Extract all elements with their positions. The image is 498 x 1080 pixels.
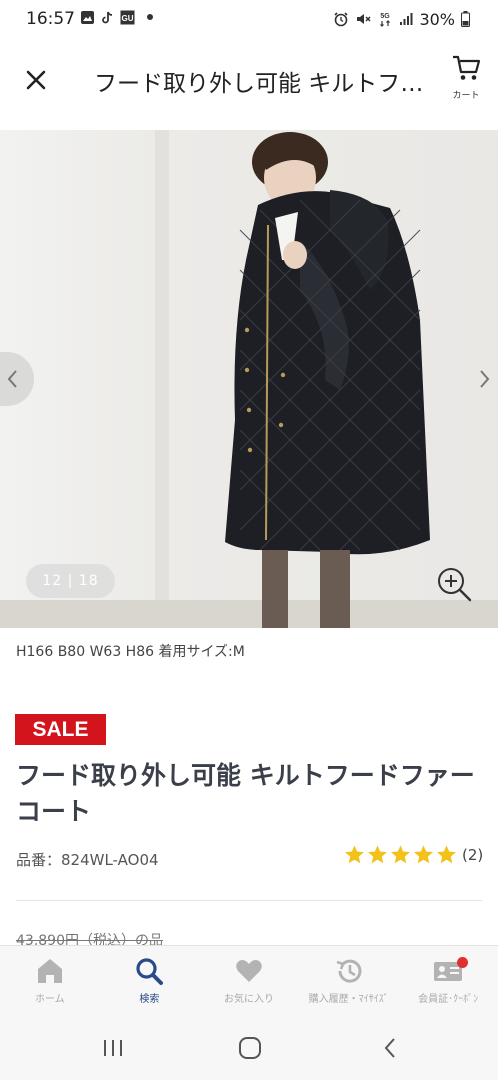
status-time: 16:57 (26, 9, 75, 29)
rating[interactable]: (2) (344, 844, 483, 865)
star-icon (345, 845, 364, 864)
alarm-icon (334, 12, 349, 27)
rating-stars (344, 844, 459, 865)
system-nav-bar (0, 1017, 498, 1080)
nav-label-search: 検索 (139, 994, 160, 1005)
product-name: フード取り外し可能 キルトフードファーコート (16, 761, 475, 826)
nav-member[interactable]: 会員証･ｸｰﾎﾟﾝ (398, 946, 498, 1017)
zoom-button[interactable] (434, 564, 474, 604)
nav-home[interactable]: ホーム (0, 946, 100, 1017)
battery-icon (461, 11, 470, 27)
nav-search[interactable]: 検索 (100, 946, 200, 1017)
app-header: フード取り外し可能 キルトフードファーコート カート (0, 40, 498, 130)
image-counter: 12 | 18 (26, 564, 115, 598)
nav-label-member: 会員証･ｸｰﾎﾟﾝ (418, 994, 479, 1005)
search-icon (136, 958, 164, 985)
review-count: (2) (462, 845, 484, 864)
mute-icon (357, 14, 371, 24)
nav-favorites[interactable]: お気に入り (199, 946, 299, 1017)
history-icon (336, 959, 362, 983)
product-code: 品番：824WL-AO04 (16, 851, 159, 869)
product-image-carousel[interactable]: 12 | 18 (0, 130, 498, 628)
image-prev-button[interactable] (0, 352, 34, 406)
star-icon (414, 845, 433, 864)
network-label: 5G (381, 13, 391, 20)
heart-icon (236, 960, 262, 982)
battery-percent: 30% (419, 9, 455, 29)
sale-badge: SALE (15, 714, 106, 745)
home-circle-icon[interactable] (237, 1035, 263, 1061)
cart-label: カート (452, 91, 480, 101)
nav-label-history: 購入履歴・ﾏｲｻｲｽﾞ (308, 994, 389, 1005)
nav-label-home: ホーム (34, 994, 65, 1005)
gu-app-label: GU (122, 14, 134, 23)
image-icon (81, 11, 94, 24)
notification-badge (457, 957, 469, 968)
image-next-button[interactable] (466, 352, 498, 406)
status-bar: 16:57 GU 5G 30% (0, 0, 498, 40)
star-icon (368, 845, 387, 864)
header-title: フード取り外し可能 キルトフードファーコート (94, 71, 424, 97)
cart-icon (453, 55, 481, 80)
gu-icon: GU (120, 10, 135, 25)
star-icon (391, 845, 410, 864)
cart-button[interactable]: カート (446, 54, 486, 101)
zoom-in-icon (438, 568, 472, 602)
tiktok-icon (102, 11, 113, 24)
signal-icon (400, 13, 413, 25)
product-photo (0, 130, 498, 628)
nav-history[interactable]: 購入履歴・ﾏｲｻｲｽﾞ (299, 946, 399, 1017)
close-icon[interactable] (20, 64, 52, 96)
chevron-right-icon (480, 370, 490, 388)
divider (16, 900, 482, 901)
bottom-nav: ホーム 検索 お気に入り 購入履歴・ﾏｲｻｲｽﾞ 会員証･ｸｰﾎﾟﾝ (0, 945, 498, 1017)
back-icon[interactable] (378, 1035, 404, 1061)
nav-label-favorites: お気に入り (223, 994, 274, 1005)
chevron-left-icon (7, 370, 17, 388)
recent-apps-icon[interactable] (100, 1035, 126, 1061)
network-5g-icon: 5G (380, 13, 391, 27)
dot-icon (147, 14, 153, 20)
home-icon (37, 959, 62, 983)
star-icon (437, 845, 456, 864)
model-info: H166 B80 W63 H86 着用サイズ:M (16, 644, 245, 660)
status-right-group: 5G 30% (333, 9, 470, 29)
